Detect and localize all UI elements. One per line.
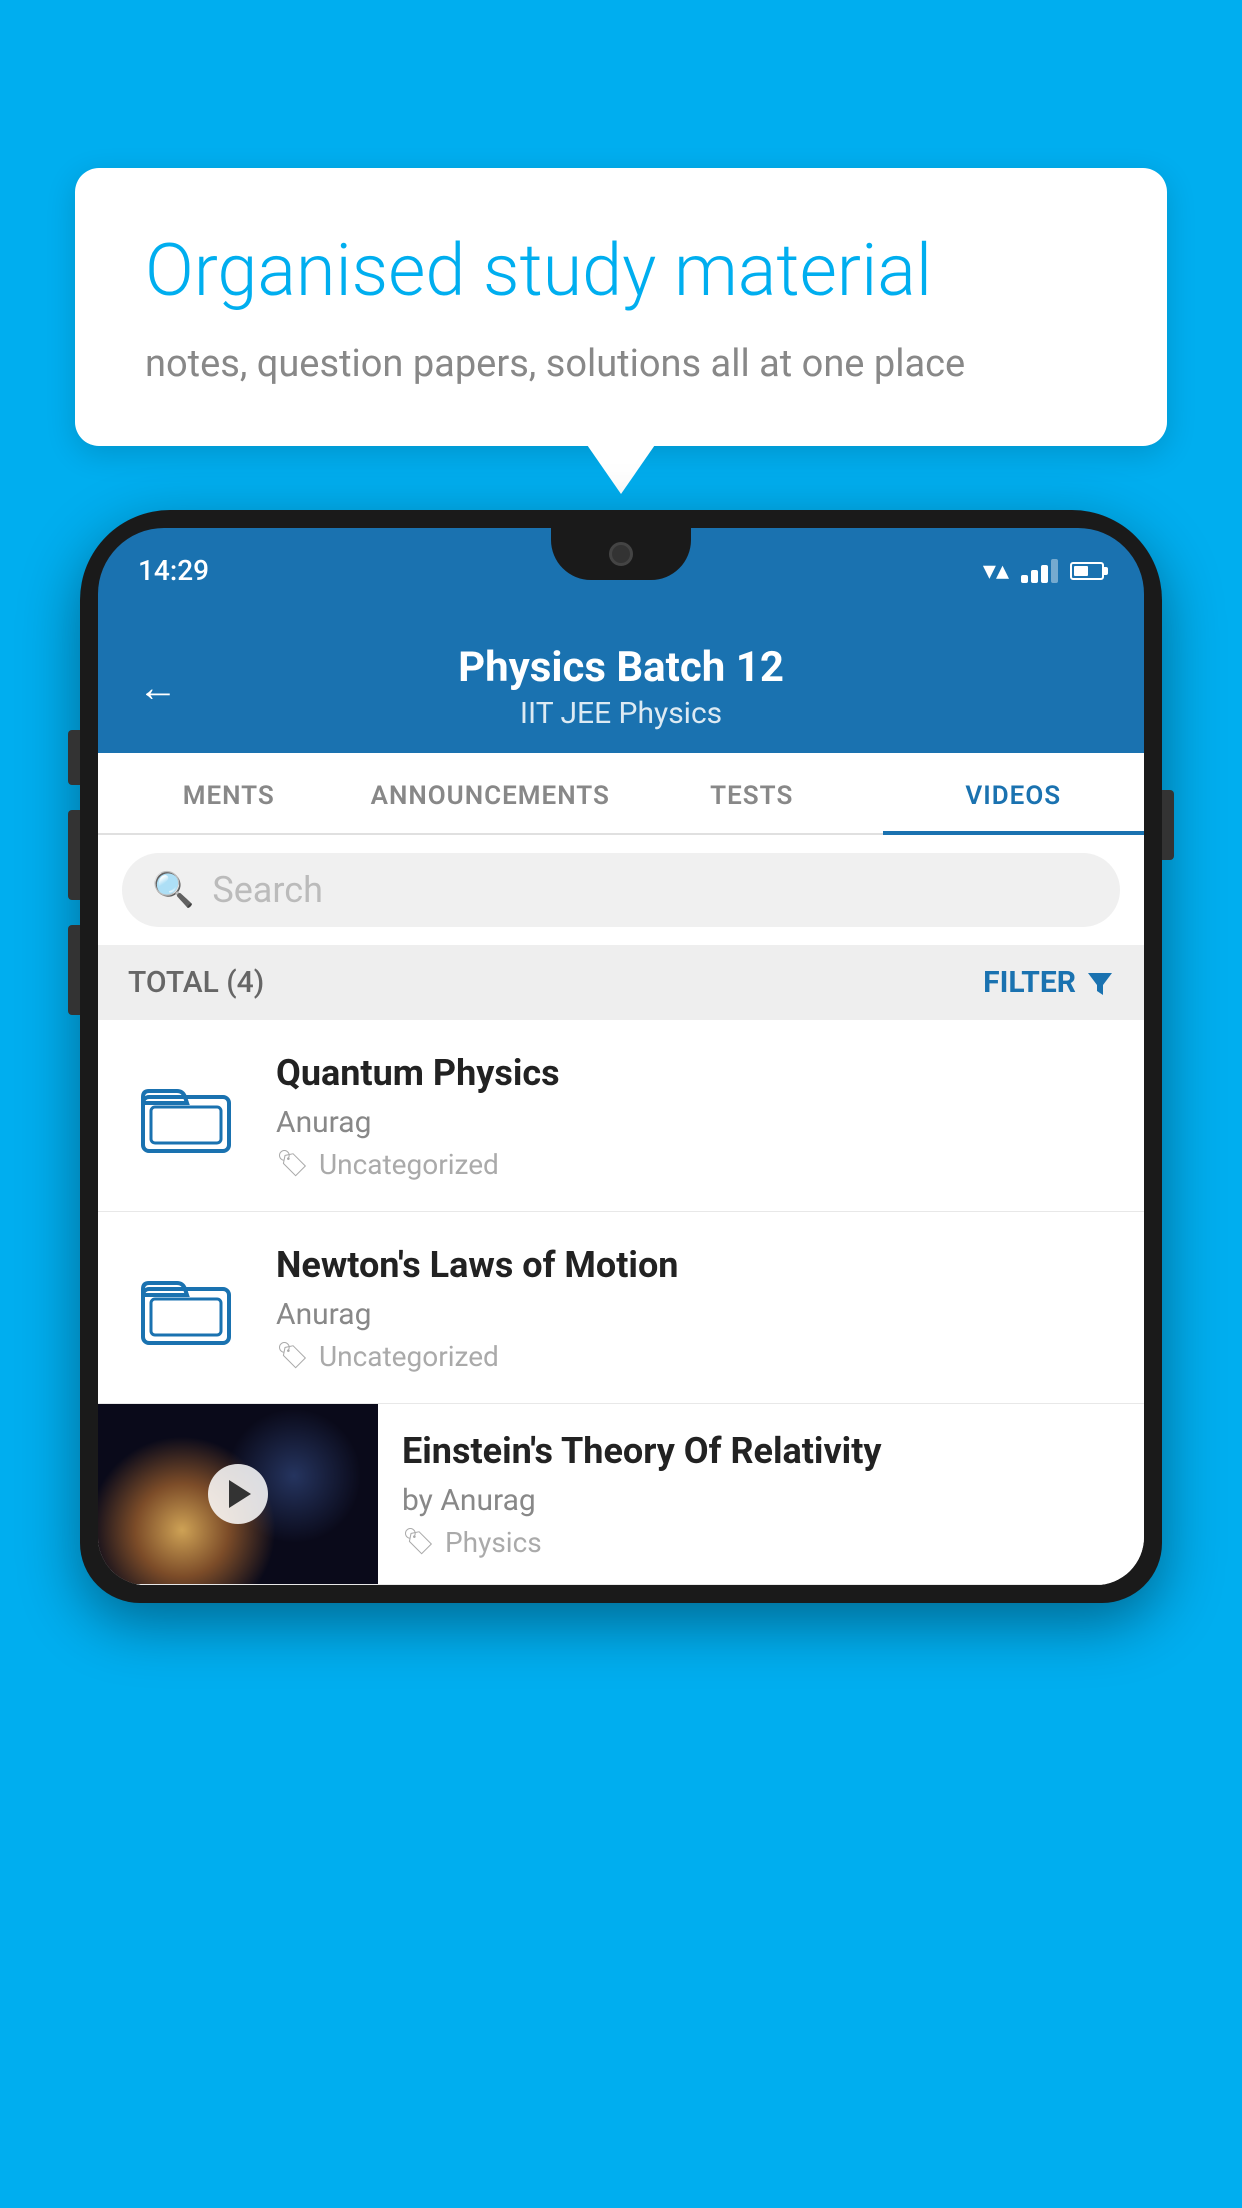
tag-icon: 🏷	[276, 1341, 309, 1371]
signal-bars	[1021, 559, 1058, 583]
power-button[interactable]	[1162, 790, 1174, 860]
volume-down-button[interactable]	[68, 925, 80, 1015]
volume-up-button[interactable]	[68, 810, 80, 900]
video-title-1: Quantum Physics	[276, 1050, 1116, 1097]
tabs-bar: MENTS ANNOUNCEMENTS TESTS VIDEOS	[98, 753, 1144, 835]
battery-icon	[1070, 562, 1104, 580]
bubble-title: Organised study material	[145, 228, 1097, 314]
video-author-2: Anurag	[276, 1297, 1116, 1332]
search-input[interactable]: Search	[212, 869, 323, 911]
filter-bar: TOTAL (4) FILTER	[98, 945, 1144, 1020]
video-folder-icon-2	[126, 1267, 246, 1347]
phone-container: 14:29 ▾▴ ← Physics Batch 12 I	[80, 510, 1162, 2208]
video-tag-1: 🏷 Uncategorized	[276, 1148, 1116, 1181]
folder-icon	[141, 1075, 231, 1155]
play-icon	[229, 1480, 251, 1508]
tab-videos[interactable]: VIDEOS	[883, 753, 1145, 833]
list-item[interactable]: Quantum Physics Anurag 🏷 Uncategorized	[98, 1020, 1144, 1212]
silent-button[interactable]	[68, 730, 80, 785]
video-title-2: Newton's Laws of Motion	[276, 1242, 1116, 1289]
video-info-2: Newton's Laws of Motion Anurag 🏷 Uncateg…	[276, 1242, 1116, 1373]
video-list: Quantum Physics Anurag 🏷 Uncategorized	[98, 1020, 1144, 1585]
search-container: 🔍 Search	[98, 835, 1144, 945]
video-author-1: Anurag	[276, 1105, 1116, 1140]
folder-icon	[141, 1267, 231, 1347]
video-title-3: Einstein's Theory Of Relativity	[402, 1428, 1120, 1475]
status-bar: 14:29 ▾▴	[98, 528, 1144, 613]
wifi-icon: ▾▴	[983, 556, 1009, 586]
speech-bubble: Organised study material notes, question…	[75, 168, 1167, 446]
video-thumbnail-3	[98, 1404, 378, 1584]
tab-ments[interactable]: MENTS	[98, 753, 360, 833]
video-tag-2: 🏷 Uncategorized	[276, 1340, 1116, 1373]
play-button[interactable]	[208, 1464, 268, 1524]
front-camera	[609, 542, 633, 566]
status-time: 14:29	[138, 554, 209, 587]
tag-icon: 🏷	[276, 1149, 309, 1179]
search-icon: 🔍	[152, 870, 194, 910]
header-subtitle: IIT JEE Physics	[208, 696, 1034, 731]
back-button[interactable]: ←	[138, 664, 178, 711]
status-icons: ▾▴	[983, 556, 1104, 586]
battery-fill	[1074, 566, 1088, 576]
video-folder-icon-1	[126, 1075, 246, 1155]
app-header: ← Physics Batch 12 IIT JEE Physics	[98, 613, 1144, 753]
list-item[interactable]: Newton's Laws of Motion Anurag 🏷 Uncateg…	[98, 1212, 1144, 1404]
video-tag-3: 🏷 Physics	[402, 1526, 1120, 1559]
bubble-subtitle: notes, question papers, solutions all at…	[145, 342, 1097, 386]
header-title-block: Physics Batch 12 IIT JEE Physics	[208, 643, 1034, 731]
phone-screen: ← Physics Batch 12 IIT JEE Physics MENTS…	[98, 613, 1144, 1585]
tab-announcements[interactable]: ANNOUNCEMENTS	[360, 753, 622, 833]
header-title: Physics Batch 12	[208, 643, 1034, 692]
filter-button[interactable]: FILTER	[983, 965, 1114, 1000]
video-author-3: by Anurag	[402, 1483, 1120, 1518]
notch	[551, 528, 691, 580]
tag-icon: 🏷	[402, 1527, 435, 1557]
video-info-1: Quantum Physics Anurag 🏷 Uncategorized	[276, 1050, 1116, 1181]
search-bar[interactable]: 🔍 Search	[122, 853, 1120, 927]
list-item[interactable]: Einstein's Theory Of Relativity by Anura…	[98, 1404, 1144, 1585]
tab-tests[interactable]: TESTS	[621, 753, 883, 833]
video-info-3: Einstein's Theory Of Relativity by Anura…	[378, 1404, 1144, 1583]
total-count-label: TOTAL (4)	[128, 965, 264, 1000]
filter-icon	[1086, 969, 1114, 997]
phone-outer: 14:29 ▾▴ ← Physics Batch 12 I	[80, 510, 1162, 1603]
